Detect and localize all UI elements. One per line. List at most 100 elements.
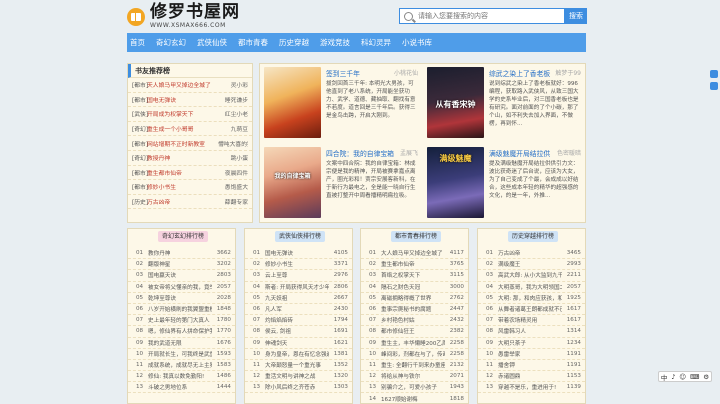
table-row[interactable]: 06 从舞者诸葛王朗都成就不已 1617	[478, 304, 585, 316]
table-row[interactable]: 08 风雷韩习人 1314	[478, 326, 585, 338]
rank-book-link[interactable]: 万古凶帝	[498, 249, 562, 257]
item-book-link[interactable]: 万古凶帝	[147, 197, 215, 206]
card-author[interactable]: 触梦于99	[555, 68, 581, 77]
item-author[interactable]: 夜晨四件	[218, 168, 248, 177]
rank-book-link[interactable]: 重生主，丰华懒睡200乙周美	[381, 339, 445, 347]
featured-card[interactable]: 我的自律宝箱 四合院：我的自律宝箱 孟展飞 文案中四合院：我的自律宝箱：林成宗便…	[260, 144, 420, 220]
list-item[interactable]: [都市]网站增期不正时新教室懵吨大喜的猫	[128, 136, 252, 151]
table-row[interactable]: 08 侯云, 剑祖 1691	[245, 326, 352, 338]
table-row[interactable]: 02 重生都市仙帝 3765	[361, 259, 468, 271]
book-cover[interactable]	[264, 67, 321, 138]
nav-wuxia[interactable]: 武侠仙侠	[197, 37, 227, 48]
rank-book-link[interactable]: 风雷韩习人	[498, 327, 562, 335]
table-row[interactable]: 08 嗯，修仙界有人拼命保护我 1770	[128, 326, 235, 338]
ime-lang-icon[interactable]: 中	[661, 372, 668, 382]
ime-keyboard-icon[interactable]: ⌨	[690, 373, 699, 381]
card-author[interactable]: 色密暖暗	[557, 148, 581, 157]
featured-card[interactable]: 签到三千年 小桃花仙 拔剑回首三千年: 本明光大男孩，可他直到了老八系统，开局能…	[260, 64, 420, 140]
rank-book-link[interactable]: 将给从神与铁尔	[381, 372, 445, 380]
table-row[interactable]: 09 重生主，丰华懒睡200乙周美 2258	[361, 338, 468, 349]
rank-book-link[interactable]: 大明只茶子	[498, 339, 562, 347]
rank-book-link[interactable]: 重生: 全翻行千到来办童座...	[381, 361, 445, 369]
list-item[interactable]: [都市] 天人娘马甲又掉边全城了 灵小彩	[128, 78, 252, 93]
rank-book-link[interactable]: 成就系统，成就尽无上主界	[148, 361, 212, 369]
list-item[interactable]: [都市] 重生都市仙帝 夜晨四件	[128, 166, 252, 181]
table-row[interactable]: 05 九天妖祖 2667	[245, 293, 352, 304]
rank-book-link[interactable]: 身为皇帝，恩在有忆念强遍...	[265, 350, 329, 358]
table-row[interactable]: 02 翻版神星 3202	[128, 259, 235, 271]
rank-book-link[interactable]: 别骗介之，可爱小孩子	[381, 383, 445, 391]
table-row[interactable]: 09 大明只茶子 1234	[478, 338, 585, 349]
table-row[interactable]: 04 大明蒸哥，我为大明领国二二... 2057	[478, 282, 585, 293]
table-row[interactable]: 03 云上至尊 2976	[245, 270, 352, 282]
rank-book-link[interactable]: 侯云, 剑祖	[265, 327, 329, 335]
list-item[interactable]: [都市] 国电无弹诀 睡死谦步	[128, 93, 252, 108]
float-share-icon[interactable]	[710, 82, 718, 90]
item-book-link[interactable]: 重生成一个小哥哥	[147, 124, 215, 133]
table-row[interactable]: 03 高武大郎: 从小大监到九千岁 2211	[478, 270, 585, 282]
table-row[interactable]: 12 修仙: 我真以数免勤阳! 1486	[128, 371, 235, 383]
table-row[interactable]: 12 将给从神与铁尔 2071	[361, 371, 468, 383]
rank-tab[interactable]: 武侠仙侠排行榜	[275, 231, 325, 242]
rank-tab[interactable]: 奇幻玄幻排行榜	[158, 231, 208, 242]
table-row[interactable]: 14 1627顺始谢梅 1818	[361, 393, 468, 404]
rank-book-link[interactable]: 灼焰焰焰砖	[265, 316, 329, 324]
book-cover[interactable]: 满级魅魔	[427, 147, 484, 218]
item-book-link[interactable]: 开局成为权掌天下	[147, 109, 215, 118]
rank-book-link[interactable]: 伸魂剑天	[265, 339, 329, 347]
item-book-link[interactable]: 重生都市仙帝	[147, 168, 215, 177]
rank-book-link[interactable]: 重活文明与讲神之战	[265, 372, 329, 380]
rank-book-link[interactable]: 乡村艳色村姑	[381, 316, 445, 324]
ime-emoji-icon[interactable]: ☺	[679, 373, 686, 381]
rank-book-link[interactable]: 九天妖祖	[265, 294, 329, 302]
rank-book-link[interactable]: 八岁开始横刷的我翼盟重檀	[148, 305, 212, 313]
item-book-link[interactable]: 网站增期不正时新教室	[147, 139, 215, 148]
list-item[interactable]: [武侠] 开局成为权掌天下 红尘小老	[128, 107, 252, 122]
rank-book-link[interactable]: 教你丹神	[148, 249, 212, 257]
list-item[interactable]: [历史] 万古凶帝 薛翻专家	[128, 195, 252, 210]
rank-tab[interactable]: 历史穿越排行榜	[508, 231, 558, 242]
table-row[interactable]: 07 灼焰焰焰砖 1794	[245, 315, 352, 327]
rank-book-link[interactable]: 隔石之财色天冠	[381, 283, 445, 291]
table-row[interactable]: 05 大明: 那，和肉应获孩，和... 1925	[478, 293, 585, 304]
rank-tab[interactable]: 都市青春排行榜	[391, 231, 441, 242]
search-input[interactable]	[418, 12, 558, 20]
item-book-link[interactable]: 天人娘马甲又掉边全城了	[147, 80, 215, 89]
table-row[interactable]: 11 重生: 全翻行千到来办童座... 2132	[361, 360, 468, 372]
table-row[interactable]: 02 修妙小书生 3371	[245, 259, 352, 271]
nav-urban[interactable]: 都市青春	[238, 37, 268, 48]
card-author[interactable]: 孟展飞	[400, 148, 418, 157]
rank-book-link[interactable]: 被女帝将父懂亲的我，竟举...	[148, 283, 212, 291]
item-author[interactable]: 灵小彩	[218, 80, 248, 89]
rank-book-link[interactable]: 满级魔王	[498, 260, 562, 268]
table-row[interactable]: 10 身为皇帝，恩在有忆念强遍... 1381	[245, 349, 352, 360]
rank-book-link[interactable]: 云上至尊	[265, 271, 329, 279]
item-book-link[interactable]: 教授丹神	[147, 153, 215, 162]
item-author[interactable]: 懵吨大喜的猫	[218, 139, 248, 148]
float-share-icon[interactable]	[710, 70, 718, 78]
rank-book-link[interactable]: 修妙小书生	[265, 260, 329, 268]
rank-book-link[interactable]: 重生都市仙帝	[381, 260, 445, 268]
nav-scifi[interactable]: 科幻灵异	[361, 37, 391, 48]
nav-fantasy[interactable]: 奇幻玄幻	[156, 37, 186, 48]
card-title[interactable]: 四合院：我的自律宝箱	[326, 148, 394, 158]
card-title[interactable]: 签到三千年	[326, 68, 360, 78]
rank-book-link[interactable]: 翻版神星	[148, 260, 212, 268]
nav-history[interactable]: 历史穿越	[279, 37, 309, 48]
table-row[interactable]: 13 穿越不是乐，重进用于! 1139	[478, 382, 585, 394]
rank-book-link[interactable]: 斯者: 开局获得风天才少年	[265, 283, 329, 291]
table-row[interactable]: 08 都市修仙狂王 2382	[361, 326, 468, 338]
rank-book-link[interactable]: 乾坤至尊诀	[148, 294, 212, 302]
item-book-link[interactable]: 修妙小书生	[147, 182, 215, 191]
rank-book-link[interactable]: 1627顺始谢梅	[381, 395, 445, 403]
table-row[interactable]: 06 凡人军 2430	[245, 304, 352, 316]
table-row[interactable]: 13 斗破之男地位系 1444	[128, 382, 235, 394]
rank-book-link[interactable]: 大人娘马甲又掉边全城了	[381, 249, 445, 257]
rank-book-link[interactable]: 大帝颠怒量一个重光事	[265, 361, 329, 369]
table-row[interactable]: 09 伸魂剑天 1621	[245, 338, 352, 349]
item-author[interactable]: 薛翻专家	[218, 197, 248, 206]
featured-card[interactable]: 从有香宋钟 综武之染上了香老板 触梦于99 说到综武之染上了香老板就好：996编…	[423, 64, 583, 140]
rank-book-link[interactable]: 赤诸圆鼎	[498, 372, 562, 380]
rank-book-link[interactable]: 峰间彩，剂都在与了，传画...	[381, 350, 445, 358]
table-row[interactable]: 13 除小风后终之齐苍赤 1303	[245, 382, 352, 394]
